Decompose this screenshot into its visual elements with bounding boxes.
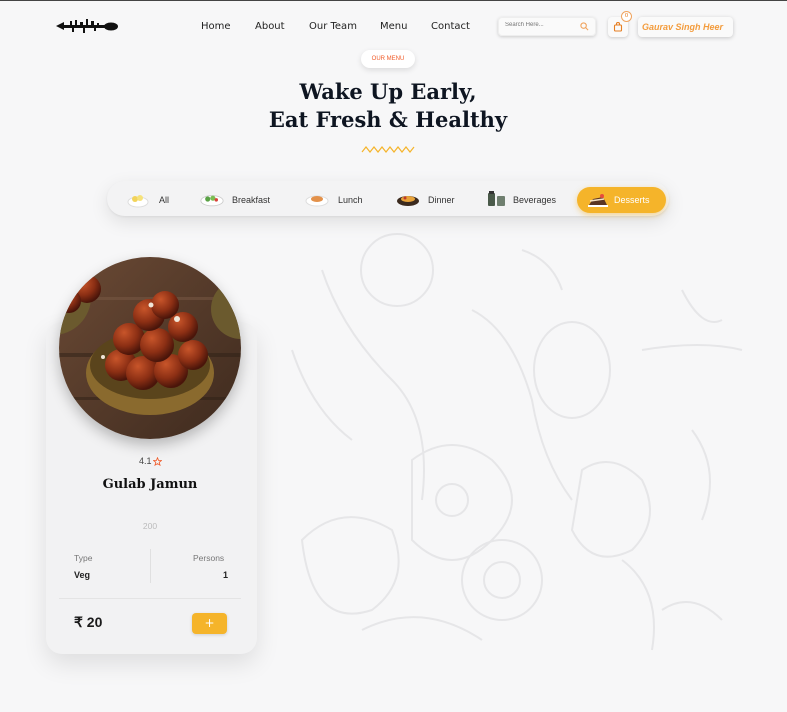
- page-title-line-2: Eat Fresh & Healthy: [268, 107, 508, 132]
- price: ₹ 20: [74, 614, 103, 630]
- rice-bowl-icon[interactable]: [126, 189, 150, 209]
- salad-icon[interactable]: [200, 189, 224, 209]
- shopping-bag-icon: [613, 22, 623, 32]
- filter-breakfast[interactable]: Breakfast: [232, 191, 270, 209]
- nav-contact[interactable]: Contact: [431, 21, 470, 32]
- nav-home[interactable]: Home: [201, 21, 231, 32]
- star-icon: [153, 457, 162, 466]
- nav-our-team[interactable]: Our Team: [309, 21, 357, 32]
- section-tag: OUR MENU: [361, 50, 415, 68]
- divider: [150, 549, 151, 583]
- filter-desserts-label: Desserts: [614, 195, 650, 205]
- dish-name: Gulab Jamun: [102, 477, 198, 492]
- type-label: Type: [74, 553, 93, 563]
- filter-desserts[interactable]: Desserts: [577, 187, 666, 213]
- add-to-cart-button[interactable]: +: [192, 613, 227, 634]
- plate-icon[interactable]: [305, 189, 329, 209]
- calories-value: 200: [142, 521, 158, 531]
- dinner-plate-icon[interactable]: [396, 189, 420, 209]
- nav-menu[interactable]: Menu: [380, 21, 407, 32]
- zigzag-divider-icon: [361, 146, 415, 153]
- persons-value: 1: [223, 570, 229, 580]
- top-border: [0, 0, 787, 1]
- filter-all[interactable]: All: [159, 191, 169, 209]
- filter-lunch[interactable]: Lunch: [338, 191, 363, 209]
- search-icon[interactable]: [580, 22, 589, 31]
- divider: [59, 598, 241, 599]
- type-value: Veg: [74, 570, 91, 580]
- search-input[interactable]: [505, 22, 581, 28]
- cake-icon: [588, 194, 608, 207]
- filter-beverages[interactable]: Beverages: [513, 191, 556, 209]
- user-profile-button[interactable]: Gaurav Singh Heer: [638, 17, 733, 37]
- gulab-jamun-image: [59, 257, 241, 439]
- page-title-line-1: Wake Up Early,: [299, 79, 477, 104]
- beverage-icon[interactable]: [485, 189, 509, 209]
- search-box: [498, 17, 596, 36]
- food-doodle-background: [291, 233, 743, 651]
- filter-dinner[interactable]: Dinner: [428, 191, 455, 209]
- page-title: Wake Up Early, Eat Fresh & Healthy: [240, 78, 536, 134]
- nav-about[interactable]: About: [255, 21, 285, 32]
- persons-label: Persons: [193, 553, 225, 563]
- rating-value: 4.1: [139, 456, 152, 466]
- logo[interactable]: [56, 18, 118, 34]
- cart-count-badge: 0: [621, 11, 632, 22]
